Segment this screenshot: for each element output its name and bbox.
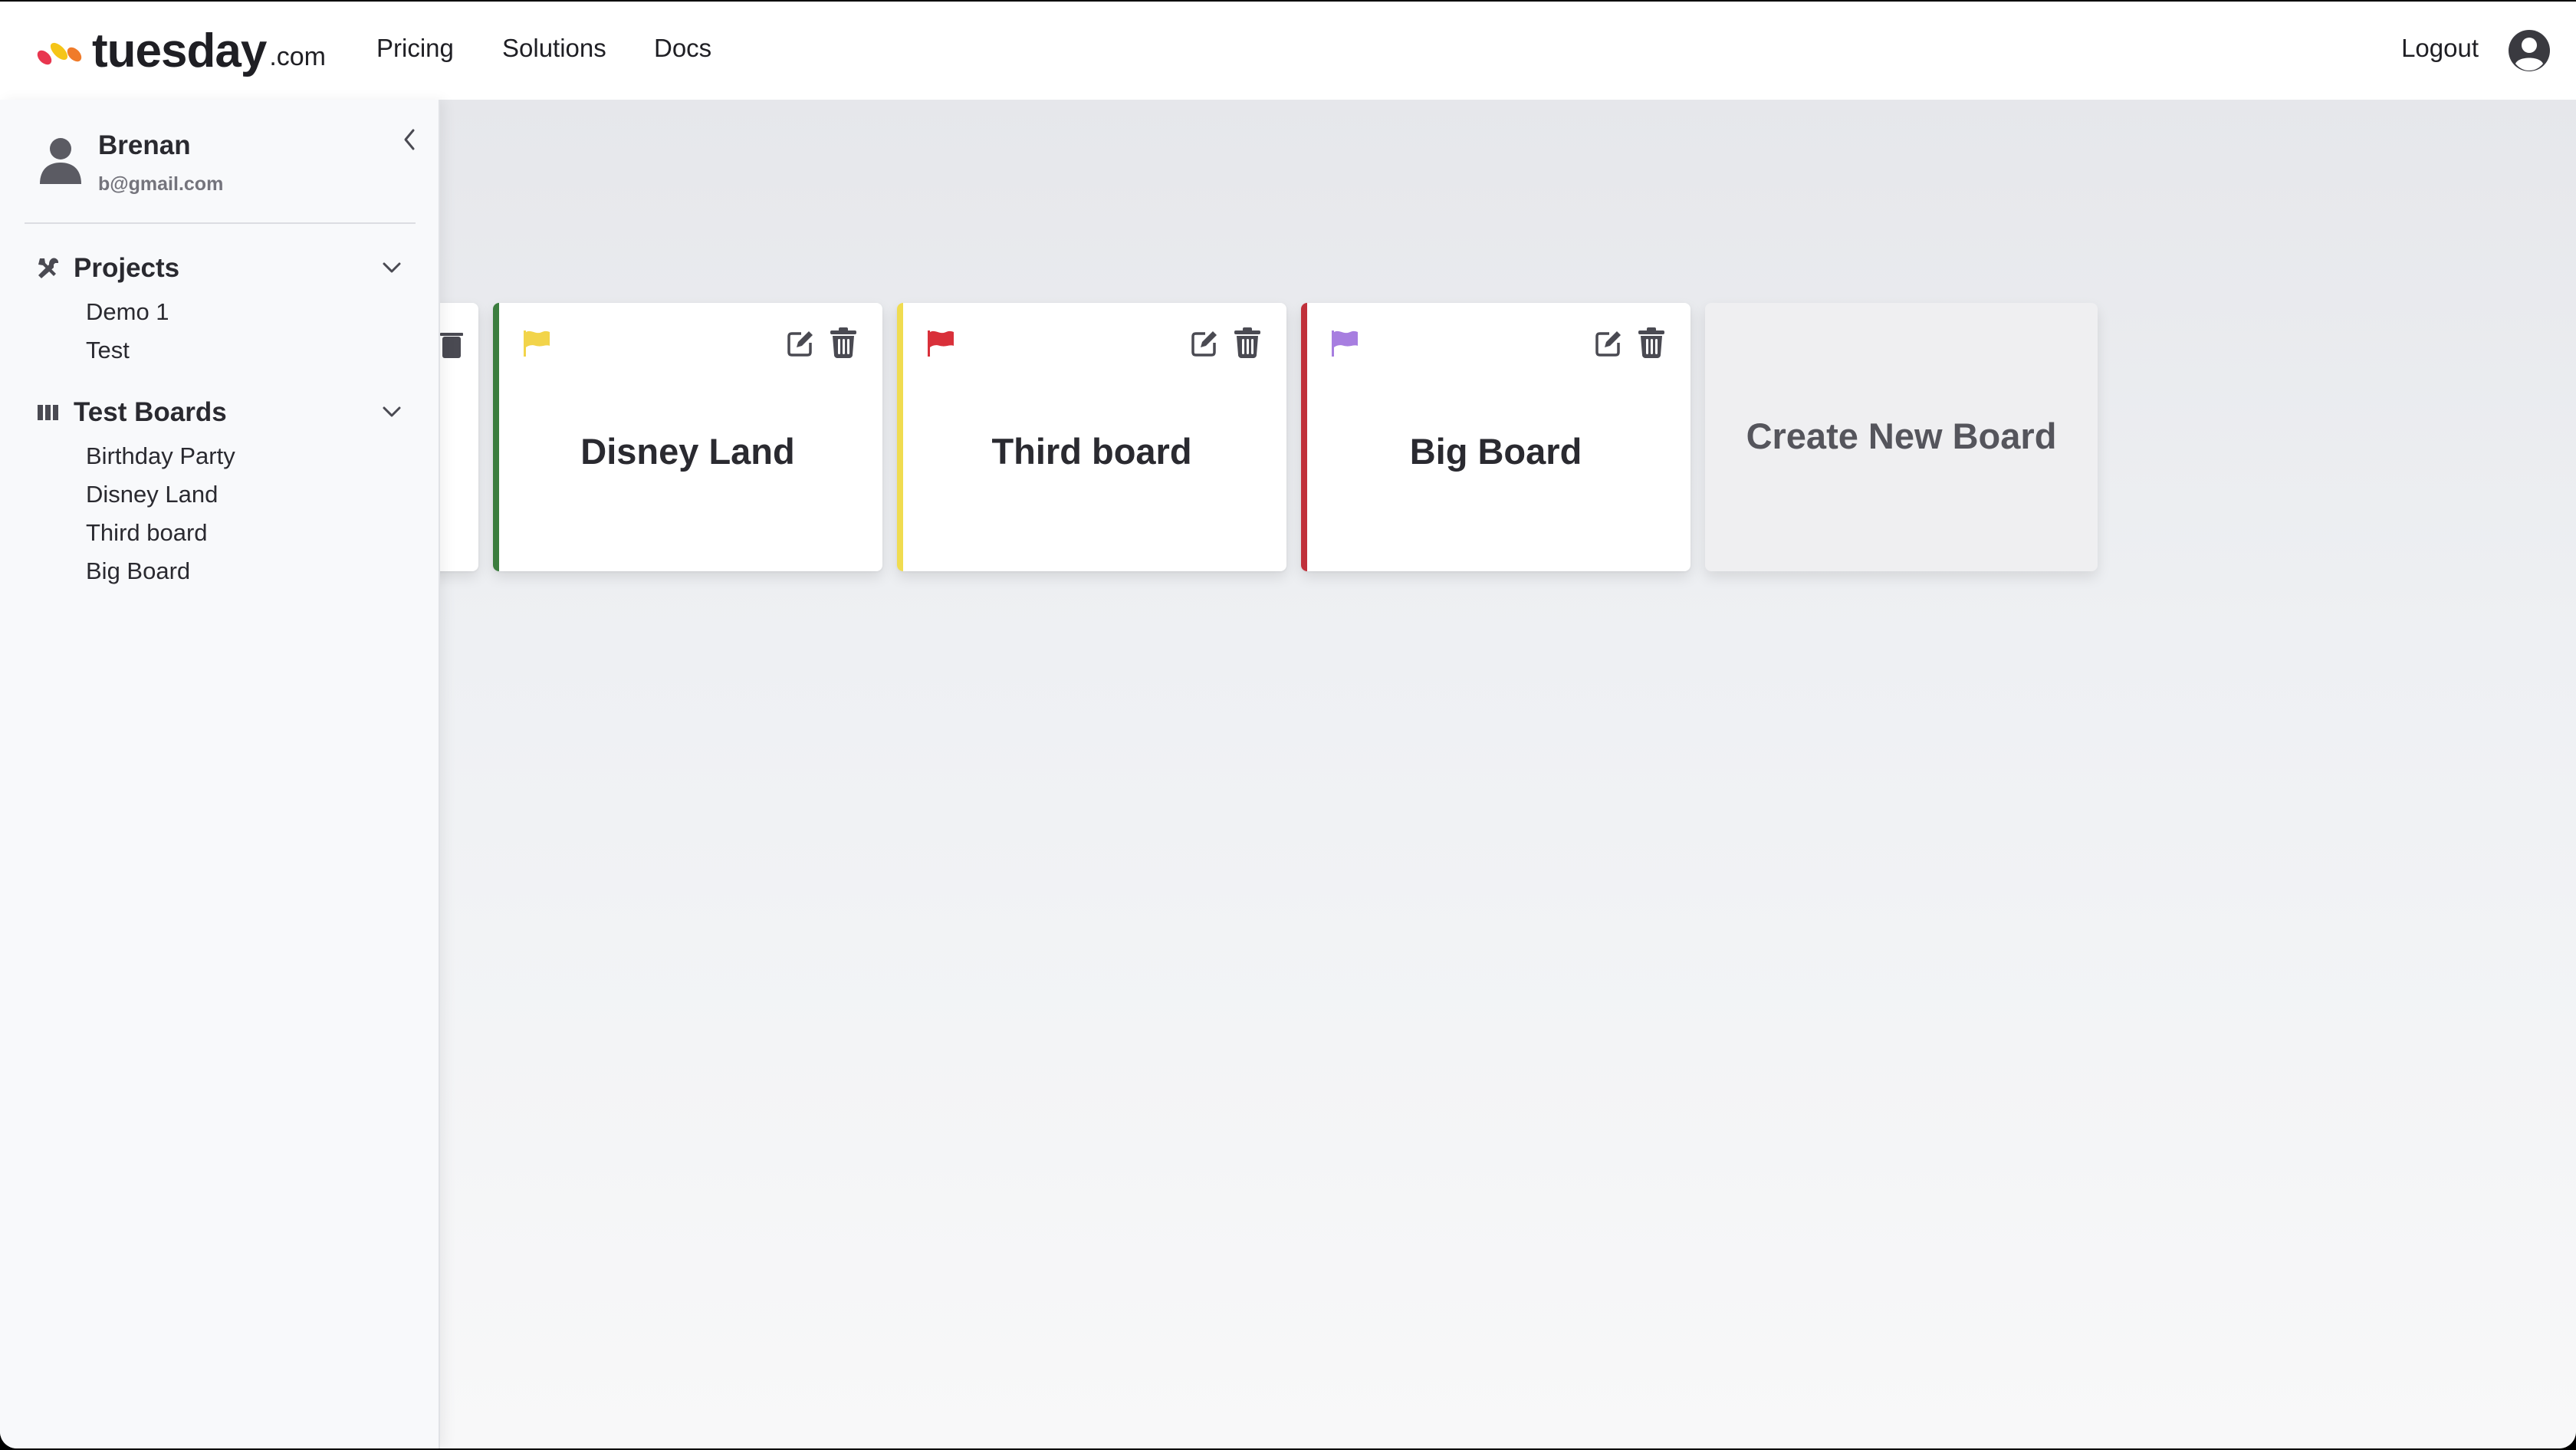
board-title: Third board	[991, 431, 1192, 472]
board-title: Big Board	[1409, 431, 1582, 472]
sidebar-item-demo-1[interactable]: Demo 1	[86, 300, 169, 324]
account-avatar-icon[interactable]	[2507, 28, 2551, 73]
edit-icon[interactable]	[1594, 329, 1623, 358]
chevron-down-icon[interactable]	[380, 258, 403, 278]
sidebar-item-disney-land[interactable]: Disney Land	[86, 482, 218, 506]
chevron-left-icon[interactable]	[399, 126, 420, 153]
projects-section-header[interactable]: Projects	[35, 255, 411, 281]
flag-icon[interactable]	[522, 329, 551, 358]
sidebar-item-birthday-party[interactable]: Birthday Party	[86, 444, 235, 468]
trash-icon[interactable]	[440, 329, 463, 360]
nav-solutions[interactable]: Solutions	[502, 35, 606, 61]
boards-section-header[interactable]: Test Boards	[35, 399, 411, 426]
user-email: b@gmail.com	[98, 173, 224, 195]
app-window: tuesday .com Pricing Solutions Docs Logo…	[0, 2, 2576, 1448]
board-title: Disney Land	[580, 431, 795, 472]
trash-icon[interactable]	[830, 327, 856, 358]
sidebar-divider	[25, 222, 416, 224]
nav-docs[interactable]: Docs	[654, 35, 711, 61]
flag-icon[interactable]	[926, 329, 955, 358]
edit-icon[interactable]	[1190, 329, 1219, 358]
sidebar-item-third-board[interactable]: Third board	[86, 521, 208, 544]
logo[interactable]: tuesday .com	[34, 28, 326, 75]
flag-icon[interactable]	[1330, 329, 1359, 358]
tools-icon	[38, 257, 59, 278]
columns-icon	[38, 404, 58, 420]
create-board-label: Create New Board	[1746, 416, 2057, 456]
board-card[interactable]: Disney Land	[493, 303, 882, 571]
trash-icon[interactable]	[1234, 327, 1260, 358]
sidebar-item-big-board[interactable]: Big Board	[86, 559, 190, 583]
boards-title: Test Boards	[74, 397, 227, 427]
edit-icon[interactable]	[786, 329, 815, 358]
chevron-down-icon[interactable]	[380, 402, 403, 422]
sidebar: Brenan b@gmail.com Projects Demo 1 Test	[0, 100, 440, 1448]
user-icon	[40, 138, 81, 184]
sidebar-item-test[interactable]: Test	[86, 338, 130, 362]
board-card[interactable]: Third board	[897, 303, 1286, 571]
user-name: Brenan	[98, 130, 191, 160]
top-navbar: tuesday .com Pricing Solutions Docs Logo…	[0, 2, 2576, 100]
logout-link[interactable]: Logout	[2401, 35, 2479, 61]
nav-pricing[interactable]: Pricing	[376, 35, 454, 61]
logo-mark-icon	[37, 42, 82, 65]
create-board-button[interactable]: Create New Board	[1705, 303, 2098, 571]
projects-title: Projects	[74, 253, 180, 283]
logo-tld: .com	[269, 41, 327, 71]
board-card[interactable]: Big Board	[1301, 303, 1691, 571]
trash-icon[interactable]	[1638, 327, 1664, 358]
logo-text: tuesday	[92, 25, 267, 77]
